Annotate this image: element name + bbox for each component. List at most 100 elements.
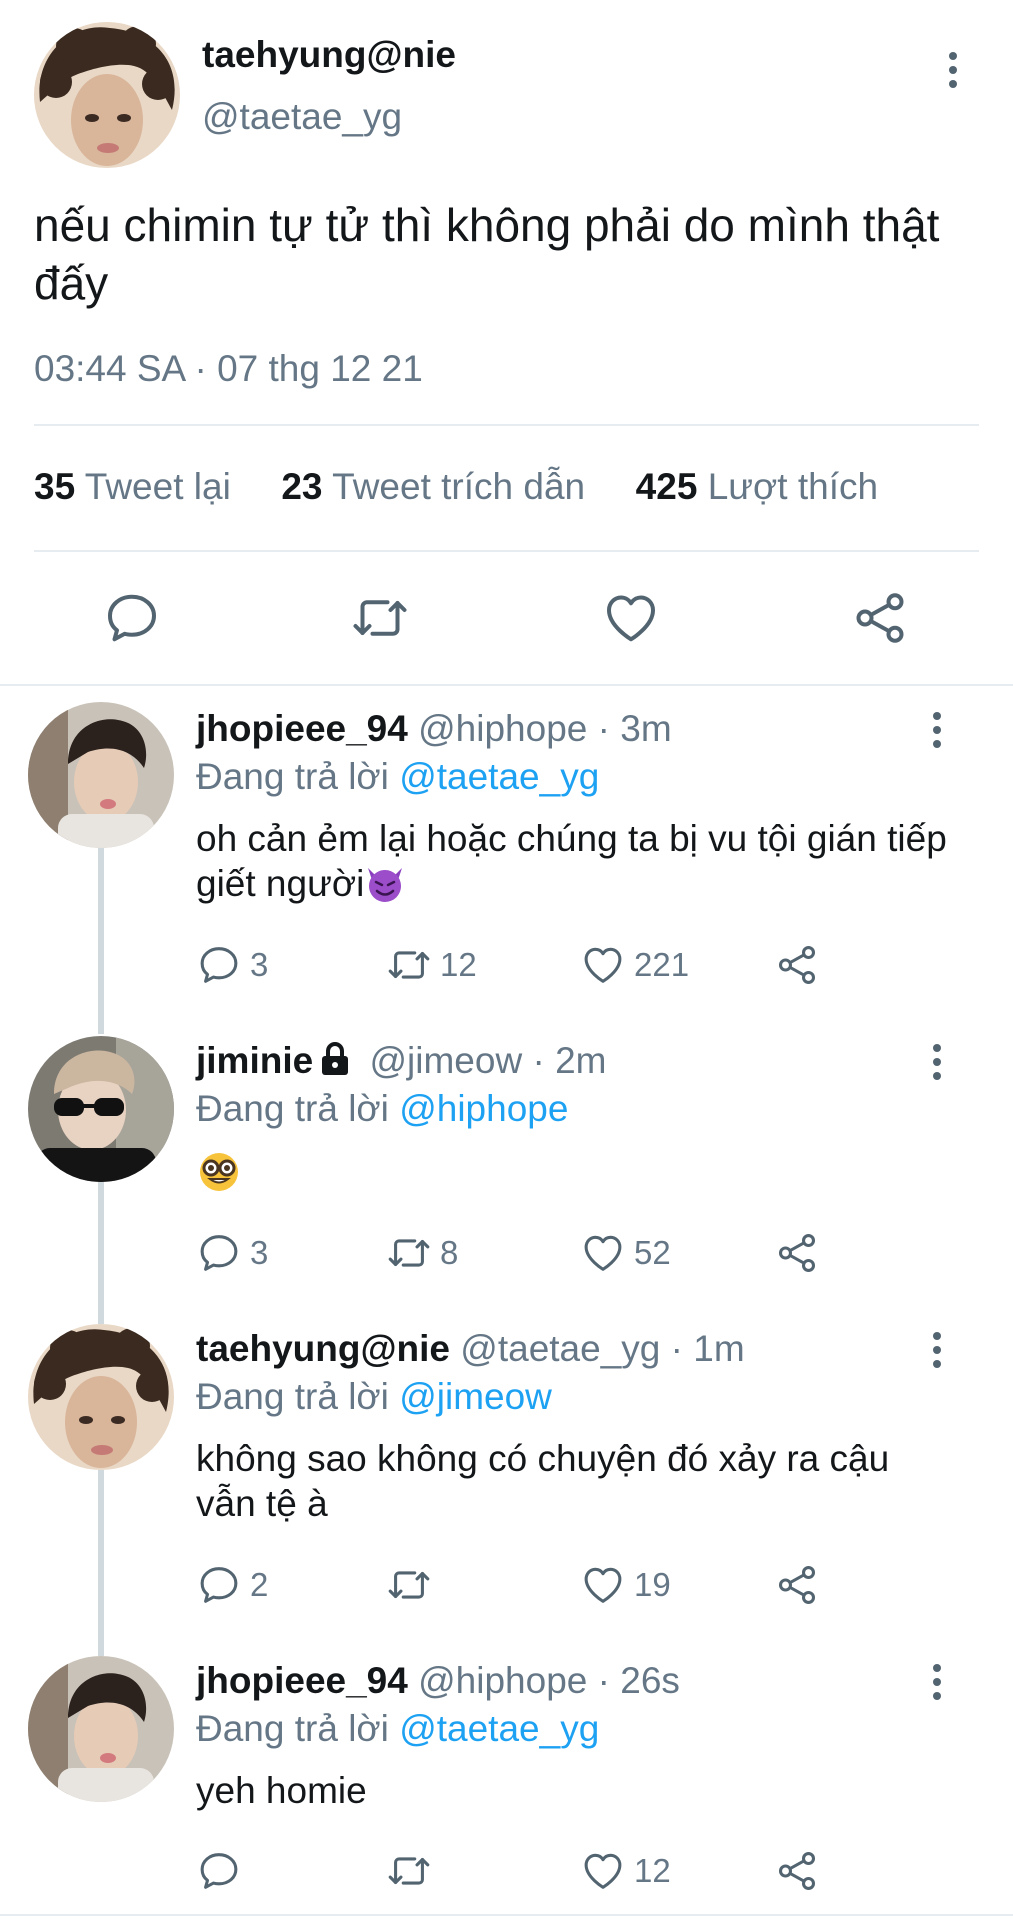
heart-icon (584, 1567, 622, 1603)
share-button[interactable] (774, 1228, 828, 1278)
retweet-count: 8 (440, 1234, 459, 1271)
like-button[interactable]: 19 (580, 1560, 671, 1610)
reply-actions: 3 8 52 (196, 1228, 836, 1278)
replying-to: Đang trả lời @taetae_yg (196, 1708, 599, 1750)
like-count: 19 (634, 1566, 671, 1603)
reply-button[interactable]: 2 (196, 1560, 268, 1610)
more-vertical-icon[interactable] (930, 1664, 944, 1708)
quotes-label: Tweet trích dẫn (332, 466, 586, 507)
reply-header: jhopieee_94 @hiphope · 26s (196, 1660, 680, 1702)
retweet-icon (388, 1857, 430, 1885)
more-vertical-icon[interactable] (930, 1044, 944, 1088)
reply-avatar[interactable] (28, 702, 174, 848)
more-vertical-icon[interactable] (930, 1332, 944, 1376)
section-separator (0, 684, 1013, 686)
like-button[interactable]: 221 (580, 940, 689, 990)
replying-prefix: Đang trả lời (196, 1708, 389, 1749)
nerd-face-icon (200, 1153, 238, 1191)
heart-icon[interactable] (601, 588, 661, 648)
reply-button[interactable] (196, 1846, 250, 1896)
reply-avatar[interactable] (28, 1324, 174, 1470)
likes-label: Lượt thích (707, 466, 879, 507)
author-avatar[interactable] (34, 22, 180, 168)
like-count: 52 (634, 1234, 671, 1271)
mention-link[interactable]: @jimeow (399, 1376, 552, 1417)
reply-button[interactable]: 3 (196, 940, 268, 990)
like-button[interactable]: 52 (580, 1228, 671, 1278)
like-button[interactable]: 12 (580, 1846, 671, 1896)
reply-header: jhopieee_94 @hiphope · 3m (196, 708, 672, 750)
reply-header: taehyung@nie @taetae_yg · 1m (196, 1328, 745, 1370)
retweet-count: 12 (440, 946, 477, 983)
share-icon[interactable] (850, 588, 910, 648)
quotes-count: 23 (281, 466, 323, 507)
retweets-stat[interactable]: 35 Tweet lại (34, 466, 231, 507)
mention-link[interactable]: @hiphope (399, 1088, 568, 1129)
replying-to: Đang trả lời @taetae_yg (196, 756, 599, 798)
reply-display-name[interactable]: jhopieee_94 (196, 708, 408, 749)
like-count: 12 (634, 1852, 671, 1889)
reply-avatar[interactable] (28, 1656, 174, 1802)
retweet-button[interactable]: 8 (386, 1228, 458, 1278)
thread-line (98, 848, 104, 1034)
reply-handle-time[interactable]: @taetae_yg · 1m (460, 1328, 744, 1369)
replying-prefix: Đang trả lời (196, 1376, 389, 1417)
heart-icon (584, 947, 622, 983)
smiling-devil-icon (368, 868, 403, 902)
thread-line (98, 1470, 104, 1656)
retweet-button[interactable] (386, 1846, 440, 1896)
more-vertical-icon[interactable] (946, 52, 960, 96)
author-handle[interactable]: @taetae_yg (202, 96, 402, 138)
tweet-timestamp[interactable]: 03:44 SA · 07 thg 12 21 (34, 348, 423, 390)
quotes-stat[interactable]: 23 Tweet trích dẫn (281, 466, 585, 507)
reply-text (196, 1148, 956, 1196)
share-icon (778, 1566, 816, 1604)
reply-header: jiminie @jimeow · 2m (196, 1040, 606, 1082)
reply-display-name[interactable]: jhopieee_94 (196, 1660, 408, 1701)
share-button[interactable] (774, 1560, 828, 1610)
likes-count: 425 (635, 466, 698, 507)
retweet-icon[interactable] (350, 588, 410, 648)
reply-count: 3 (250, 1234, 269, 1271)
divider (0, 1914, 1013, 1916)
tweet-text: nếu chimin tự tử thì không phải do mình … (34, 199, 940, 309)
share-icon (778, 1852, 816, 1890)
reply-handle-time[interactable]: @jimeow · 2m (369, 1040, 606, 1081)
lock-icon (322, 1042, 349, 1075)
share-button[interactable] (774, 940, 828, 990)
author-display-name[interactable]: taehyung@nie (202, 34, 456, 76)
reply-text: không sao không có chuyện đó xảy ra cậu … (196, 1438, 890, 1524)
tweet-stats: 35 Tweet lại 23 Tweet trích dẫn 425 Lượt… (34, 466, 878, 508)
reply-avatar[interactable] (28, 1036, 174, 1182)
reply-display-name[interactable]: taehyung@nie (196, 1328, 450, 1369)
reply-text: yeh homie (196, 1770, 367, 1811)
replying-to: Đang trả lời @jimeow (196, 1376, 552, 1418)
reply-display-name[interactable]: jiminie (196, 1040, 313, 1081)
retweet-icon (388, 1239, 430, 1267)
retweet-icon (388, 1571, 430, 1599)
divider (34, 424, 979, 426)
reply-count: 3 (250, 946, 269, 983)
reply-actions: 3 12 221 (196, 940, 836, 990)
retweet-button[interactable] (386, 1560, 440, 1610)
reply-bubble-icon (200, 1853, 238, 1889)
reply-handle-time[interactable]: @hiphope · 3m (418, 708, 672, 749)
reply-button[interactable]: 3 (196, 1228, 268, 1278)
mention-link[interactable]: @taetae_yg (399, 1708, 599, 1749)
share-button[interactable] (774, 1846, 828, 1896)
reply-bubble-icon (200, 947, 238, 983)
likes-stat[interactable]: 425 Lượt thích (636, 466, 878, 507)
reply-bubble-icon[interactable] (102, 588, 162, 648)
retweets-count: 35 (34, 466, 76, 507)
retweet-icon (388, 951, 430, 979)
replying-prefix: Đang trả lời (196, 1088, 389, 1129)
replying-to: Đang trả lời @hiphope (196, 1088, 568, 1130)
reply-handle-time[interactable]: @hiphope · 26s (418, 1660, 680, 1701)
divider (34, 550, 979, 552)
reply-actions: 2 19 (196, 1560, 836, 1610)
share-icon (778, 1234, 816, 1272)
retweet-button[interactable]: 12 (386, 940, 477, 990)
retweets-label: Tweet lại (84, 466, 231, 507)
mention-link[interactable]: @taetae_yg (399, 756, 599, 797)
more-vertical-icon[interactable] (930, 712, 944, 756)
